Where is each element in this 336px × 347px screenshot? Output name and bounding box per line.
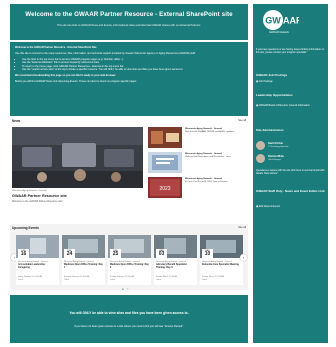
help-text: Questions or issues with the site click …	[256, 169, 325, 176]
job-postings-link[interactable]: ▣ Job Postings	[256, 80, 326, 83]
event-location: Online	[110, 279, 116, 281]
event-category: Wisconsin Aging Network - General	[202, 261, 232, 263]
news-item-text: Walking Staff Newsletter and Newsletter …	[185, 155, 231, 158]
news-section: News See all Wisconsin Aging Network - G…	[10, 119, 248, 218]
news-item-text: Now that the GWAAR, MIPPA, and ADRC upda…	[185, 130, 236, 133]
welcome-banner: Welcome to the GWAAR Partner Resource - …	[10, 4, 248, 40]
event-card[interactable]: MAR 03 Wisconsin Aging Network - General …	[154, 235, 197, 285]
news-heading: News	[12, 119, 21, 123]
news-item-text: In Case You Missed It: 2023 Year in Revi…	[185, 180, 228, 183]
hero-title-link[interactable]: GWAAR Partner Resource site	[12, 194, 67, 198]
side-panel: GW AAR GWAAR Network If you have questio…	[253, 4, 328, 343]
avatar	[256, 141, 265, 150]
news-item[interactable]: 2023 Wisconsin Aging Network - General I…	[148, 177, 248, 200]
hero-subtitle: Welcome to the GWAAR Partner Resource si…	[12, 200, 63, 203]
event-date-badge: FEB 25	[110, 249, 121, 260]
event-card[interactable]: MAR 10 Wisconsin Aging Network - General …	[200, 235, 243, 285]
footer-banner: You will ONLY be able to view sites and …	[10, 295, 248, 343]
intro-paragraph: Use this site to connect to the many res…	[15, 51, 196, 55]
event-datetime: Sunday, February 25, 8:30 AM	[110, 276, 135, 278]
person-role: IT Technology Specialist	[268, 145, 289, 148]
leadership-heading: Leadership Opportunities	[256, 93, 293, 97]
intro-paragraph-2: Below you will find GWAAR News and Upcom…	[15, 79, 138, 83]
admin-person[interactable]: David Fichter IT Technology Specialist	[256, 141, 326, 151]
event-location: Online	[64, 279, 70, 281]
news-thumbnail	[148, 127, 182, 148]
site-admins-heading: Site Administrators	[256, 128, 284, 132]
event-datetime: Saturday, February 24, 8:30 AM	[64, 276, 90, 278]
hero-category: Wisconsin Aging Network - General	[12, 190, 47, 192]
side-intro: If you have questions or are having issu…	[256, 48, 325, 55]
event-category: Wisconsin Aging Network - General	[18, 261, 48, 263]
briefcase-icon: ▣	[256, 80, 259, 83]
footer-line-2: If you have not been given access to a s…	[74, 325, 184, 328]
event-title: Medicare Open Office Training: Day 1	[64, 264, 103, 269]
event-title: Medicare Open Office Training: Day 2	[110, 264, 149, 269]
news-item[interactable]: Wisconsin Aging Network - General Now th…	[148, 127, 248, 150]
news-see-all-link[interactable]: See all	[238, 119, 246, 122]
avatar	[256, 154, 265, 163]
banner-title: Welcome to the GWAAR Partner Resource - …	[25, 11, 233, 18]
event-location: Online	[202, 279, 208, 281]
next-arrow-icon[interactable]: ›	[240, 254, 247, 261]
staff-edit-link[interactable]: ▣ Edit News & Events	[256, 205, 326, 208]
events-heading: Upcoming Events	[12, 226, 39, 230]
event-location: Online	[18, 279, 24, 281]
events-see-all-link[interactable]: See all	[238, 226, 246, 229]
edit-icon: ▣	[256, 205, 259, 208]
admin-person[interactable]: Patricia White Office Manager	[256, 154, 326, 164]
svg-text:GWAAR Network: GWAAR Network	[269, 30, 290, 34]
event-date-badge: FEB 16	[18, 249, 29, 260]
event-date-badge: FEB 24	[64, 249, 75, 260]
event-datetime: Friday, February 16, 10:00 AM	[18, 276, 43, 278]
svg-text:AAR: AAR	[283, 16, 299, 26]
intro-heading: Welcome to the GWAAR Partner Resource - …	[15, 46, 97, 49]
person-role: Office Manager	[268, 158, 281, 161]
event-category: Wisconsin Aging Network - General	[64, 261, 94, 263]
svg-text:GW: GW	[265, 16, 281, 26]
intro-list: Use the links in the top menu bar to acc…	[15, 58, 243, 72]
banner-subtitle: This site has links to GWAAR News and Ev…	[56, 24, 202, 27]
event-card[interactable]: FEB 25 Wisconsin Aging Network - General …	[108, 235, 151, 285]
news-thumbnail: 2023	[148, 177, 182, 198]
staff-heading: GWAAR Staff Only - News and Event Editor…	[256, 189, 325, 193]
events-section: Upcoming Events See all ‹ FEB 16 Wisconsi…	[10, 224, 248, 291]
event-date-badge: MAR 03	[156, 249, 167, 260]
svg-text:2023: 2023	[159, 186, 170, 192]
event-category: Wisconsin Aging Network - General	[110, 261, 140, 263]
event-datetime: Sunday, March 10, 8:30 AM	[202, 276, 225, 278]
bookmark-note: We recommend bookmarking this page so yo…	[15, 73, 117, 77]
events-header: Upcoming Events See all	[12, 226, 246, 233]
carousel-dots[interactable]: ● ○	[122, 287, 129, 291]
news-thumbnail	[148, 152, 182, 173]
job-postings-heading: GWAAR Job Postings	[256, 73, 288, 77]
news-item[interactable]: Wisconsin Aging Network - General Walkin…	[148, 152, 248, 175]
footer-line-1: You will ONLY be able to view sites and …	[69, 311, 189, 315]
event-category: Wisconsin Aging Network - General	[156, 261, 186, 263]
intro-panel: Welcome to the GWAAR Partner Resource - …	[10, 42, 248, 116]
event-date-badge: MAR 10	[202, 249, 213, 260]
event-title: Dementia Care Specialist Meeting	[202, 264, 239, 266]
leadership-link[interactable]: ▣ GWAAR Board of Directors: Council Info…	[256, 104, 326, 107]
intro-bullet: Use the "search across sites" at the top…	[22, 68, 243, 71]
event-card[interactable]: FEB 24 Wisconsin Aging Network - General …	[62, 235, 105, 285]
link-icon: ▣	[256, 104, 259, 107]
event-card[interactable]: FEB 16 Wisconsin Aging Network - General …	[16, 235, 59, 285]
event-location: Online	[156, 279, 162, 281]
news-header: News See all	[12, 119, 246, 126]
event-datetime: Sunday, March 3, 8:30 AM	[156, 276, 178, 278]
event-title: Accountable Leadership: Caregiving	[18, 264, 46, 269]
page: Welcome to the GWAAR Partner Resource - …	[10, 4, 328, 343]
event-title: Advocacy Benefit Specialist Training: Da…	[156, 264, 187, 269]
gwaar-logo: GW AAR GWAAR Network	[259, 8, 303, 35]
hero-news-image[interactable]	[12, 127, 143, 188]
